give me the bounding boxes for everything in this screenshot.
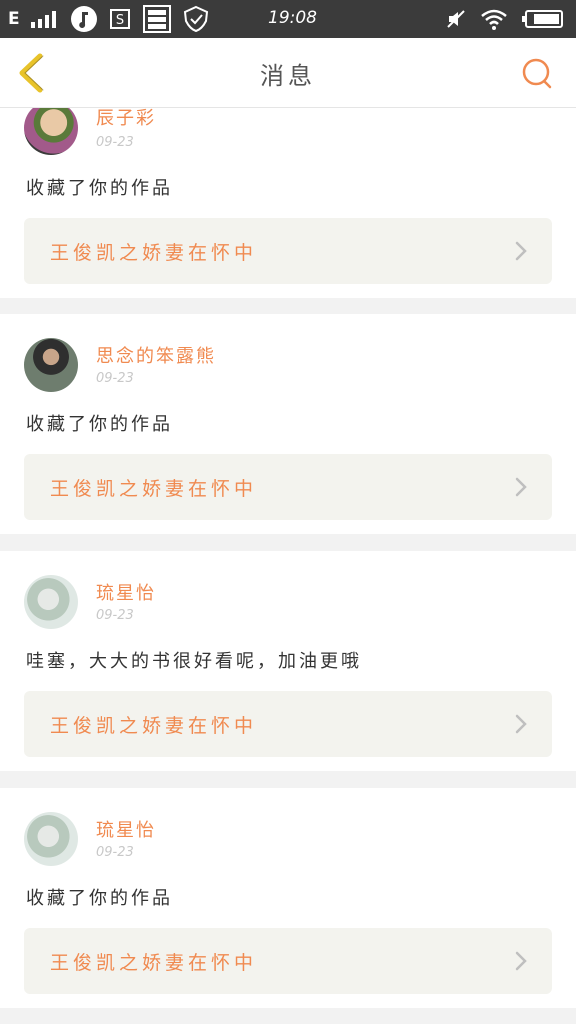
svg-text:S: S: [115, 13, 123, 28]
username[interactable]: 琉星怡: [96, 816, 156, 842]
message-date: 09-23: [96, 845, 134, 860]
message-card: 思念的笨露熊 09-23 收藏了你的作品 王俊凯之娇妻在怀中: [0, 314, 576, 534]
message-text: 收藏了你的作品: [26, 178, 173, 199]
message-card: 辰子彩 09-23 收藏了你的作品 王俊凯之娇妻在怀中: [0, 108, 576, 298]
message-text: 收藏了你的作品: [26, 414, 173, 435]
s-app-icon: S: [109, 9, 130, 29]
avatar[interactable]: [24, 338, 78, 392]
shield-icon: [183, 5, 208, 33]
message-card: 琉星怡 09-23 收藏了你的作品 王俊凯之娇妻在怀中: [0, 788, 576, 1008]
message-text: 哇塞，大大的书很好看呢，加油更哦: [26, 651, 362, 672]
work-link[interactable]: 王俊凯之娇妻在怀中: [24, 454, 552, 520]
username[interactable]: 辰子彩: [96, 108, 156, 130]
work-title: 王俊凯之娇妻在怀中: [50, 242, 258, 264]
signal-icon: [30, 11, 56, 28]
message-card: 琉星怡 09-23 哇塞，大大的书很好看呢，加油更哦 王俊凯之娇妻在怀中: [0, 551, 576, 771]
avatar[interactable]: [24, 108, 78, 155]
mute-icon: [447, 10, 465, 28]
chevron-right-icon: [515, 951, 527, 971]
chevron-right-icon: [515, 477, 527, 497]
message-date: 09-23: [96, 371, 134, 386]
work-title: 王俊凯之娇妻在怀中: [50, 952, 258, 974]
battery-icon: [522, 10, 563, 28]
wifi-icon: [481, 9, 507, 30]
message-list[interactable]: 辰子彩 09-23 收藏了你的作品 王俊凯之娇妻在怀中 思念的笨露熊 09-23…: [0, 108, 576, 1024]
header-bar: 消息: [0, 38, 576, 108]
username[interactable]: 思念的笨露熊: [96, 342, 216, 368]
work-link[interactable]: 王俊凯之娇妻在怀中: [24, 928, 552, 994]
message-date: 09-23: [96, 135, 134, 150]
message-date: 09-23: [96, 608, 134, 623]
chevron-right-icon: [515, 714, 527, 734]
chevron-right-icon: [515, 241, 527, 261]
work-title: 王俊凯之娇妻在怀中: [50, 715, 258, 737]
search-icon[interactable]: [520, 56, 554, 90]
avatar[interactable]: [24, 575, 78, 629]
work-link[interactable]: 王俊凯之娇妻在怀中: [24, 691, 552, 757]
clock: 19:08: [268, 8, 317, 28]
username[interactable]: 琉星怡: [96, 579, 156, 605]
work-link[interactable]: 王俊凯之娇妻在怀中: [24, 218, 552, 284]
music-icon: [70, 6, 97, 32]
message-text: 收藏了你的作品: [26, 888, 173, 909]
network-type-label: E: [8, 9, 20, 29]
page-title: 消息: [260, 62, 316, 90]
storage-icon: [142, 5, 171, 33]
avatar[interactable]: [24, 812, 78, 866]
status-bar: E S 19:08: [0, 0, 576, 38]
work-title: 王俊凯之娇妻在怀中: [50, 478, 258, 500]
